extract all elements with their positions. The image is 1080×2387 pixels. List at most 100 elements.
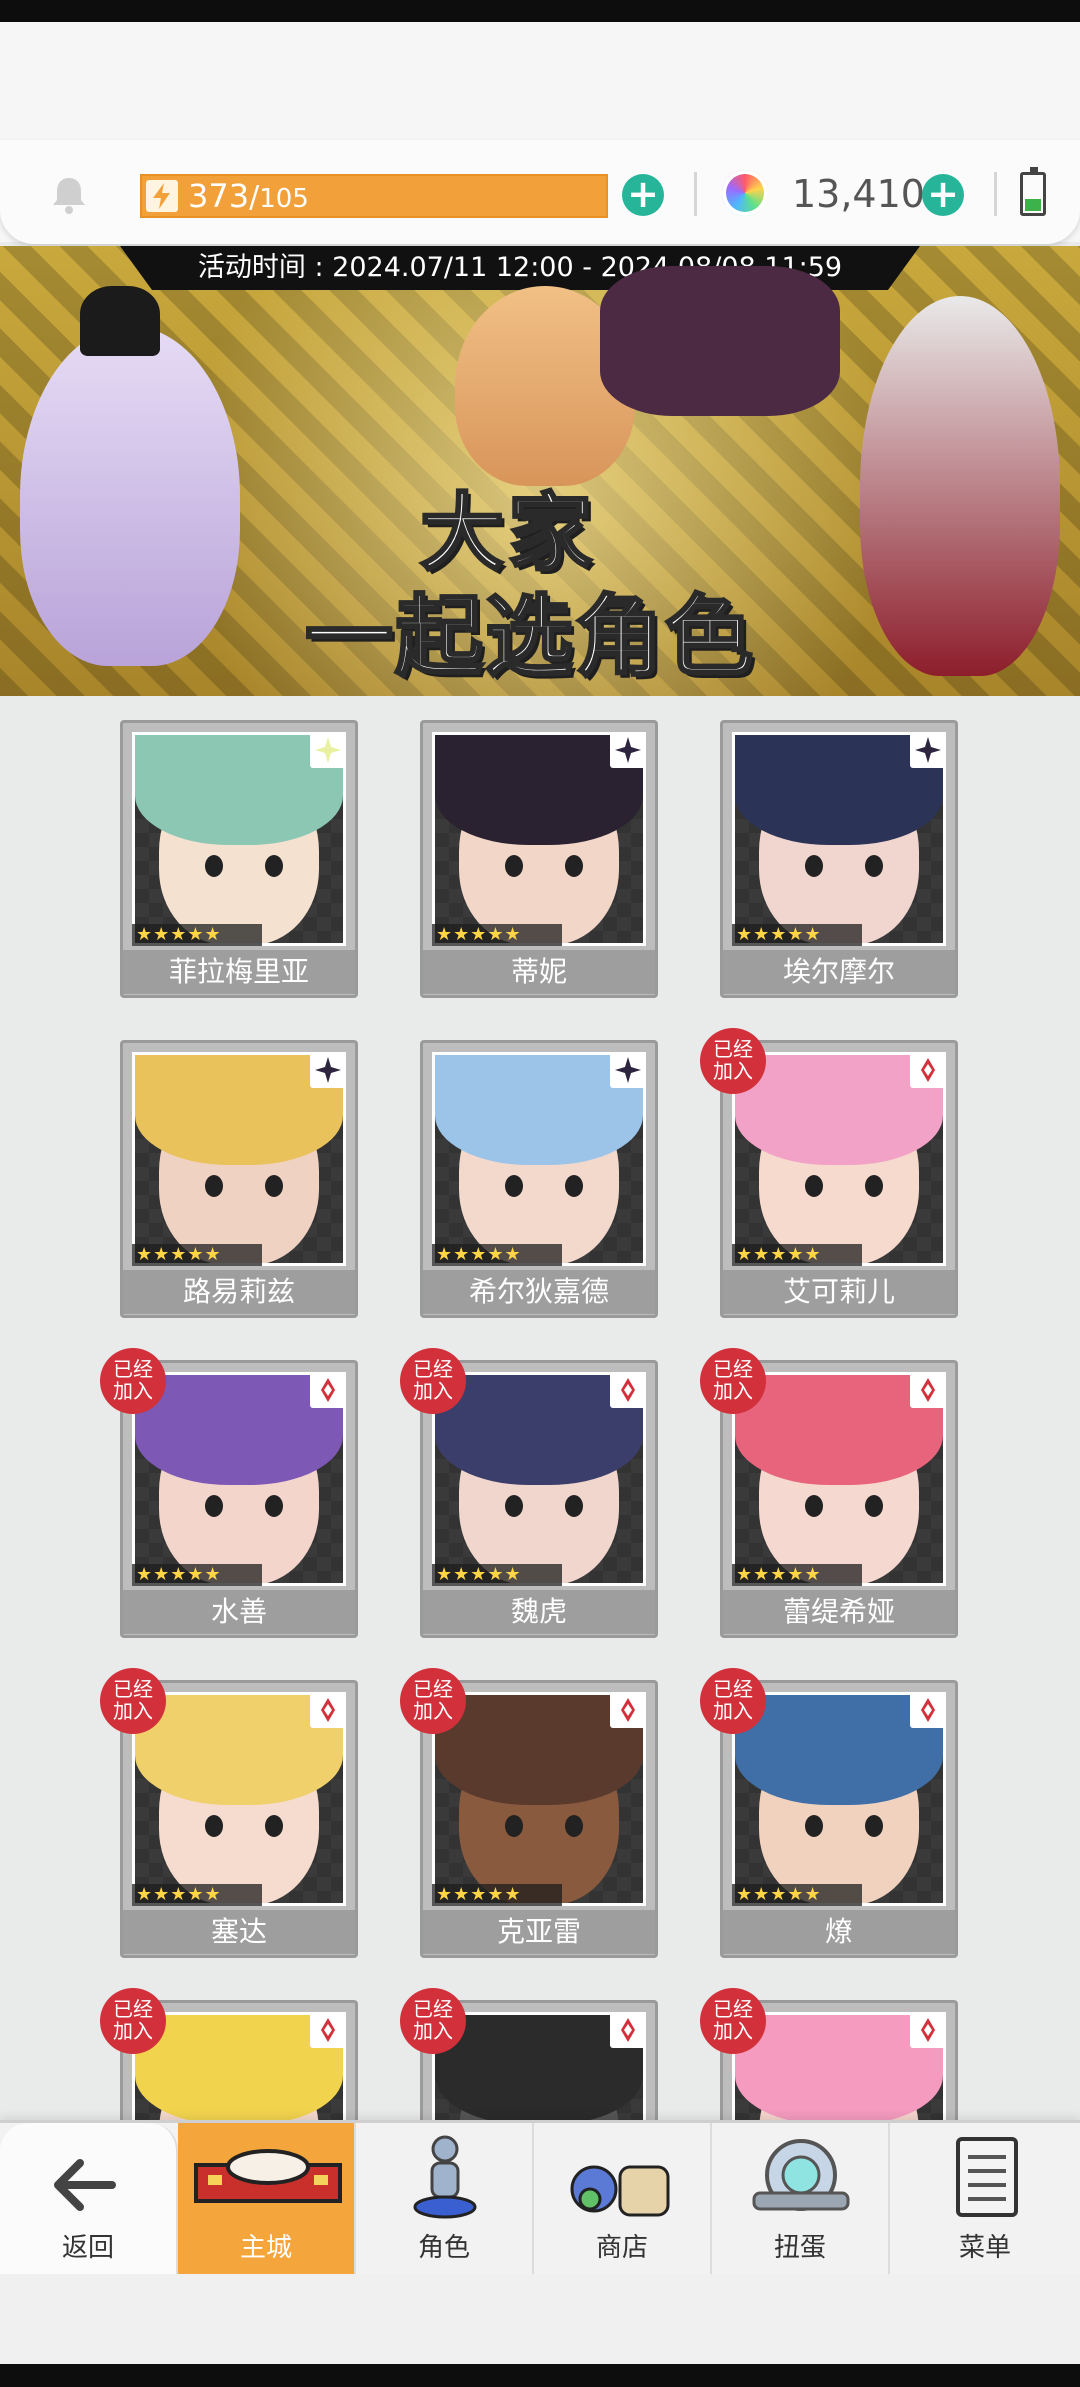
joined-badge: 已经 加入 xyxy=(400,1668,466,1734)
diamond-element-icon xyxy=(910,2012,946,2048)
menu-list-icon xyxy=(956,2137,1018,2217)
rarity-stars: ★★★★★ xyxy=(732,924,862,946)
character-name: 水善 xyxy=(123,1590,355,1634)
rarity-stars: ★★★★★ xyxy=(732,1244,862,1266)
tab-main-city[interactable]: 主城 xyxy=(178,2123,356,2277)
character-card[interactable]: ★★★★★ 蒂妮 xyxy=(420,720,658,998)
rarity-stars: ★★★★★ xyxy=(732,1884,862,1906)
energy-separator: / xyxy=(249,180,260,215)
portrait-eye xyxy=(505,1175,523,1197)
character-name: 克亚雷 xyxy=(423,1910,655,1954)
portrait-eye xyxy=(505,1815,523,1837)
rarity-stars: ★★★★★ xyxy=(132,924,262,946)
character-name: 蕾缇希娅 xyxy=(723,1590,955,1634)
system-navigation-area xyxy=(0,2274,1080,2364)
character-card[interactable]: ★★★★★ 路易莉兹 xyxy=(120,1040,358,1318)
lightning-icon xyxy=(146,180,178,212)
joined-badge: 已经 加入 xyxy=(100,1348,166,1414)
rarity-stars: ★★★★★ xyxy=(132,1244,262,1266)
main-city-label: 主城 xyxy=(239,2233,292,2263)
star-element-icon xyxy=(310,1052,346,1088)
character-name: 塞达 xyxy=(123,1910,355,1954)
tab-shop[interactable]: 商店 xyxy=(534,2123,712,2277)
character-card[interactable]: ★★★★★ 菲拉梅里亚 xyxy=(120,720,358,998)
portrait-eye xyxy=(205,1495,223,1517)
battery-icon xyxy=(1020,167,1046,216)
portrait-eye xyxy=(205,855,223,877)
energy-current: 373 xyxy=(188,177,250,215)
banner-character-right xyxy=(860,296,1060,676)
divider xyxy=(994,172,997,216)
energy-value: 373/105 xyxy=(188,179,309,216)
back-button[interactable]: 返回 xyxy=(0,2123,178,2277)
joined-badge: 已经 加入 xyxy=(400,1348,466,1414)
diamond-element-icon xyxy=(310,2012,346,2048)
character-name: 菲拉梅里亚 xyxy=(123,950,355,994)
portrait-eye xyxy=(565,1815,583,1837)
diamond-element-icon xyxy=(310,1372,346,1408)
portrait-eye xyxy=(265,1175,283,1197)
banner-hat xyxy=(80,286,160,356)
rarity-stars: ★★★★★ xyxy=(732,1564,862,1586)
add-gems-button[interactable]: + xyxy=(922,174,964,216)
star-element-icon xyxy=(910,732,946,768)
tab-gacha[interactable]: 扭蛋 xyxy=(712,2123,890,2277)
portrait-eye xyxy=(865,1815,883,1837)
joined-badge: 已经 加入 xyxy=(400,1988,466,2054)
shop-label: 商店 xyxy=(595,2233,648,2263)
energy-bar: 373/105 xyxy=(140,174,608,218)
character-name: 蒂妮 xyxy=(423,950,655,994)
joined-badge: 已经 加入 xyxy=(700,1028,766,1094)
rarity-stars: ★★★★★ xyxy=(132,1884,262,1906)
star-element-icon xyxy=(610,732,646,768)
portrait-eye xyxy=(205,1175,223,1197)
event-banner[interactable]: 活动时间 : 2024.07/11 12:00 - 2024.08/08 11:… xyxy=(0,246,1080,696)
add-energy-button[interactable]: + xyxy=(622,174,664,216)
character-card[interactable]: ★★★★★ 埃尔摩尔 xyxy=(720,720,958,998)
joined-badge: 已经 加入 xyxy=(700,1988,766,2054)
bell-icon[interactable] xyxy=(46,172,92,218)
rarity-stars: ★★★★★ xyxy=(132,1564,262,1586)
bottom-navigation: 返回 主城 角色 商店 扭蛋 菜单 xyxy=(0,2120,1080,2277)
shop-bags-icon xyxy=(570,2165,670,2217)
arrow-left-icon xyxy=(54,2159,116,2211)
joined-badge: 已经 加入 xyxy=(700,1668,766,1734)
character-card[interactable]: ★★★★★ 克亚雷 已经 加入 xyxy=(400,1668,658,1958)
diamond-element-icon xyxy=(610,1692,646,1728)
portrait-eye xyxy=(565,855,583,877)
portrait-eye xyxy=(205,1815,223,1837)
tab-menu[interactable]: 菜单 xyxy=(890,2123,1080,2277)
character-name: 路易莉兹 xyxy=(123,1270,355,1314)
gacha-machine-icon xyxy=(752,2139,850,2211)
character-card[interactable]: ★★★★★ 魏虎 已经 加入 xyxy=(400,1348,658,1638)
roles-label: 角色 xyxy=(417,2233,470,2263)
portrait-eye xyxy=(505,1495,523,1517)
rarity-stars: ★★★★★ xyxy=(432,1564,562,1586)
character-name: 燎 xyxy=(723,1910,955,1954)
portrait-eye xyxy=(565,1175,583,1197)
joined-badge: 已经 加入 xyxy=(700,1348,766,1414)
banner-character-left xyxy=(20,326,240,666)
diamond-element-icon xyxy=(610,2012,646,2048)
character-card[interactable]: ★★★★★ 蕾缇希娅 已经 加入 xyxy=(700,1348,958,1638)
character-card[interactable]: ★★★★★ 塞达 已经 加入 xyxy=(100,1668,358,1958)
joined-badge: 已经 加入 xyxy=(100,1668,166,1734)
portrait-eye xyxy=(865,855,883,877)
figure-icon xyxy=(413,2135,477,2219)
tab-roles[interactable]: 角色 xyxy=(356,2123,534,2277)
castle-icon xyxy=(194,2149,342,2203)
character-card[interactable]: ★★★★★ 希尔狄嘉德 xyxy=(420,1040,658,1318)
diamond-element-icon xyxy=(910,1692,946,1728)
character-card[interactable]: ★★★★★ 水善 已经 加入 xyxy=(100,1348,358,1638)
character-card[interactable]: ★★★★★ 艾可莉儿 已经 加入 xyxy=(700,1028,958,1318)
banner-cape xyxy=(600,266,840,416)
divider xyxy=(694,172,697,216)
menu-label: 菜单 xyxy=(958,2233,1011,2263)
back-label: 返回 xyxy=(61,2233,114,2263)
portrait-eye xyxy=(805,1815,823,1837)
portrait-eye xyxy=(565,1495,583,1517)
gem-count: 13,410 xyxy=(792,172,925,216)
gem-icon xyxy=(722,170,768,216)
character-name: 艾可莉儿 xyxy=(723,1270,955,1314)
character-card[interactable]: ★★★★★ 燎 已经 加入 xyxy=(700,1668,958,1958)
